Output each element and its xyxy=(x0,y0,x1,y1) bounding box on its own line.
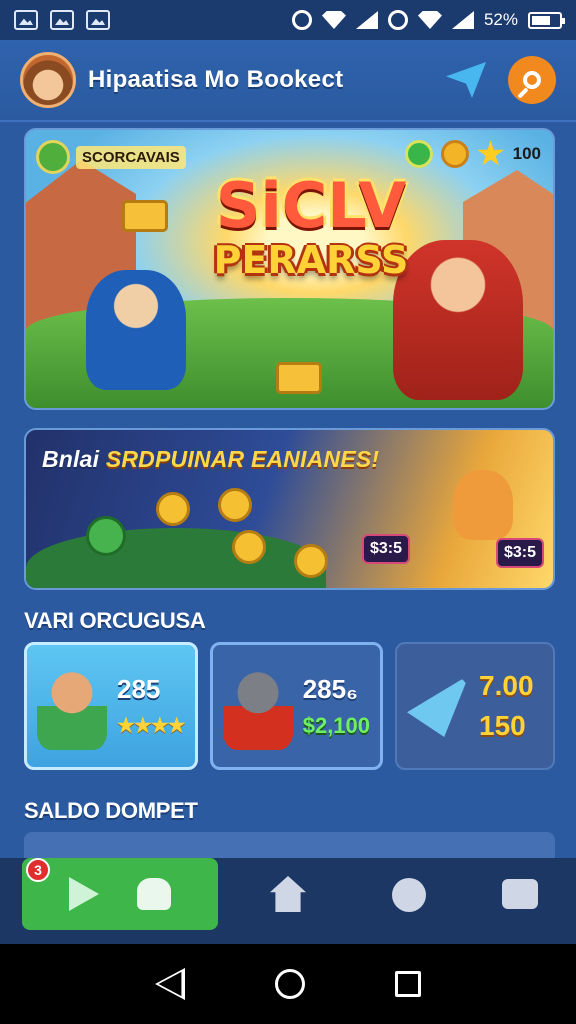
gold-bar-icon xyxy=(276,362,322,394)
card-info: 285 ★★★★ xyxy=(117,674,186,738)
wifi-icon xyxy=(321,11,346,29)
notification-icons xyxy=(14,10,110,30)
card-value: 7.00 xyxy=(479,670,534,701)
app-header: Hipaatisa Mo Bookect xyxy=(0,40,576,122)
promo-banner[interactable]: Bnlai SRDPUINAR EANIANES! $3:5 $3:5 xyxy=(24,428,555,590)
coin-icon xyxy=(156,492,190,526)
item-card[interactable]: 285₆ $2,100 xyxy=(209,642,384,770)
dog-character-icon xyxy=(37,662,107,750)
green-coin-icon xyxy=(86,516,126,556)
hero-stats: 100 xyxy=(404,140,541,168)
play-icon xyxy=(69,877,99,911)
card-price: $2,100 xyxy=(302,712,371,738)
battery-icon xyxy=(528,11,565,29)
nav-item-play[interactable] xyxy=(22,858,218,930)
alarm-icon xyxy=(387,10,408,30)
signal-icon xyxy=(355,11,378,29)
hero-banner[interactable]: SCORCAVAIS 100 SiCLV PERARSS xyxy=(24,128,555,410)
cat-illustration xyxy=(453,470,513,540)
item-card[interactable]: 285 ★★★★ xyxy=(24,642,198,770)
photo-icon xyxy=(86,10,110,30)
status-bar: 52% xyxy=(0,0,576,40)
system-indicators: 52% xyxy=(291,10,565,30)
coin-icon xyxy=(218,488,252,522)
app-title: Hipaatisa Mo Bookect xyxy=(88,66,344,93)
signal-icon-2 xyxy=(451,11,474,29)
coin-icon xyxy=(440,140,469,168)
hero-title-line2: PERARSS xyxy=(213,238,409,282)
home-icon[interactable] xyxy=(270,876,306,912)
camera-icon[interactable] xyxy=(502,879,538,909)
card-stars: ★★★★ xyxy=(117,715,186,737)
bluetooth-icon xyxy=(291,10,312,30)
paper-plane-icon[interactable] xyxy=(446,62,486,98)
price-tag: $3:5 xyxy=(496,538,545,568)
star-icon xyxy=(477,140,505,166)
price-tag: $3:5 xyxy=(362,534,411,564)
cat-character-illustration xyxy=(86,270,186,390)
coin-icon xyxy=(294,544,328,578)
wifi-icon-2 xyxy=(417,11,442,29)
card-value: 285 xyxy=(117,674,161,704)
hero-title-line1: SiCLV xyxy=(215,169,407,242)
star-count: 100 xyxy=(512,144,541,163)
badge-emblem-icon xyxy=(36,140,70,174)
fan-icon xyxy=(407,675,470,737)
hero-badge-label: SCORCAVAIS xyxy=(76,145,186,169)
item-card[interactable]: 7.00 150 xyxy=(395,642,555,770)
back-button[interactable] xyxy=(155,968,185,1000)
gem-icon xyxy=(404,140,433,168)
hero-title: SiCLV PERARSS xyxy=(186,169,436,283)
search-icon xyxy=(523,71,541,89)
notification-badge: 3 xyxy=(26,858,50,882)
card-info: 7.00 150 xyxy=(479,670,534,742)
item-cards: 285 ★★★★ 285₆ $2,100 7.00 150 xyxy=(24,642,555,770)
promo-title: Bnlai SRDPUINAR EANIANES! xyxy=(42,446,379,473)
search-button[interactable] xyxy=(508,56,556,104)
bottom-nav: 3 xyxy=(0,858,576,944)
card-info: 285₆ $2,100 xyxy=(303,674,370,739)
section-title-vari: VARI ORCUGUSA xyxy=(24,608,206,633)
section-title-saldo: SALDO DOMPET xyxy=(24,798,198,823)
gallery-icon xyxy=(14,10,38,30)
home-button[interactable] xyxy=(275,969,305,999)
system-nav-bar xyxy=(0,944,576,1024)
promo-title-gold: SRDPUINAR EANIANES! xyxy=(105,446,380,472)
recents-button[interactable] xyxy=(395,971,421,997)
card-amount: 150 xyxy=(479,710,526,741)
chef-hat-icon xyxy=(137,878,171,910)
treasure-chest-icon xyxy=(122,200,168,232)
timer-icon[interactable] xyxy=(392,878,426,912)
card-value: 285₆ xyxy=(302,673,358,704)
image-icon xyxy=(50,10,74,30)
promo-title-white: Bnlai xyxy=(42,446,100,472)
avatar[interactable] xyxy=(20,52,76,108)
hill-illustration xyxy=(26,528,326,588)
header-actions xyxy=(446,56,556,104)
hero-badge: SCORCAVAIS xyxy=(36,140,186,174)
coin-icon xyxy=(232,530,266,564)
battery-percent: 52% xyxy=(483,10,518,29)
raccoon-character-icon xyxy=(222,662,293,750)
